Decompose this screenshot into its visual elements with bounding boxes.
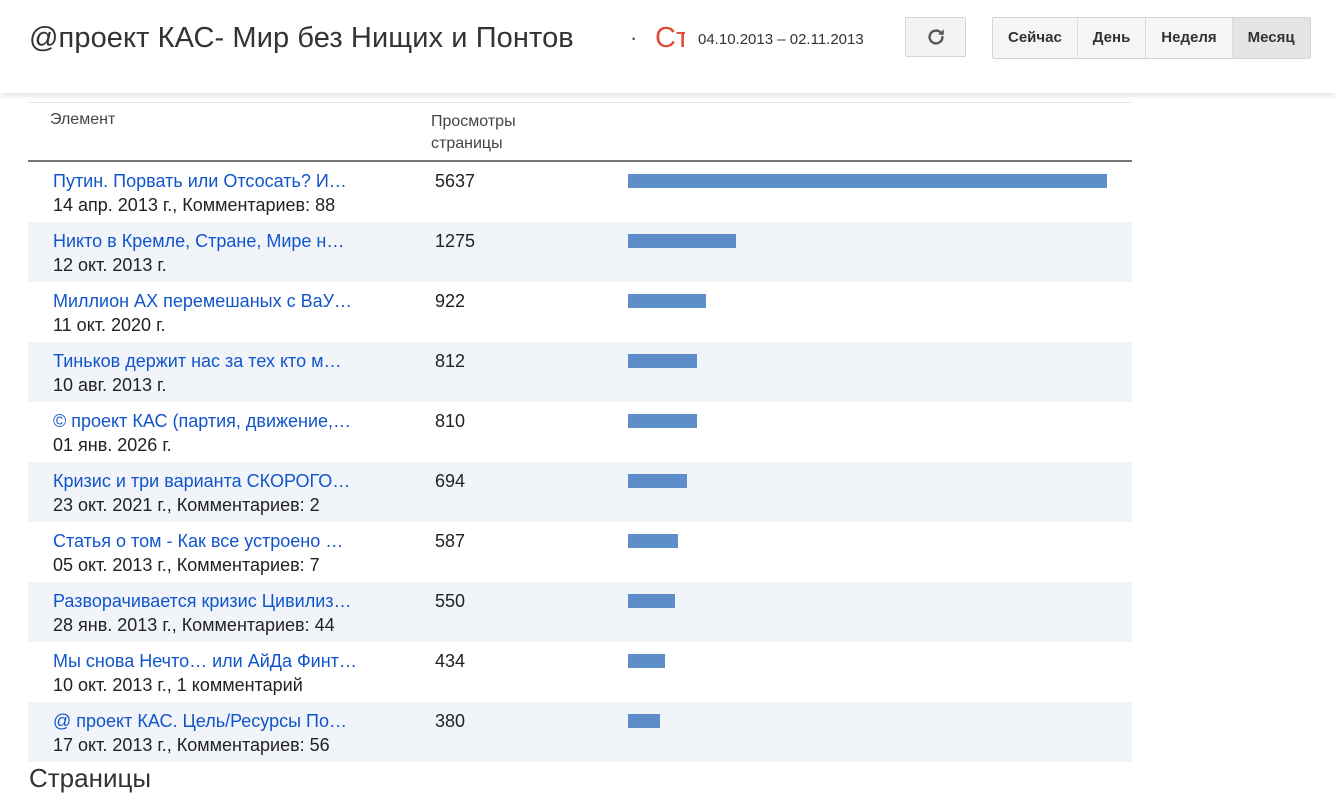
post-views: 5637	[435, 171, 476, 191]
post-meta: 12 окт. 2013 г.	[53, 255, 167, 275]
post-meta: 05 окт. 2013 г., Комментариев: 7	[53, 555, 320, 575]
views-bar	[628, 714, 660, 728]
post-views: 694	[435, 471, 466, 491]
column-header-element: Элемент	[50, 111, 116, 128]
post-meta: 28 янв. 2013 г., Комментариев: 44	[53, 615, 335, 635]
date-range: 04.10.2013 – 02.11.2013	[698, 31, 864, 48]
post-title-link[interactable]: © проект КАС (партия, движение,…	[53, 411, 351, 432]
table-body: Путин. Порвать или Отсосать? И… 14 апр. 2…	[28, 162, 1132, 762]
range-day-button[interactable]: День	[1077, 18, 1147, 58]
post-meta: 14 апр. 2013 г., Комментариев: 88	[53, 195, 336, 215]
table-row: © проект КАС (партия, движение,… 01 янв. …	[28, 402, 1132, 462]
post-title-link[interactable]: Разворачивается кризис Цивилиз…	[53, 591, 352, 612]
post-meta: 17 окт. 2013 г., Комментариев: 56	[53, 735, 330, 755]
post-views: 812	[435, 351, 466, 371]
views-bar	[628, 234, 736, 248]
post-title-link[interactable]: Статья о том - Как все устроено …	[53, 531, 343, 552]
table-row: @ проект КАС. Цель/Ресурсы По… 17 окт. 20…	[28, 702, 1132, 762]
views-bar	[628, 354, 697, 368]
post-meta: 11 окт. 2020 г.	[53, 315, 166, 335]
views-bar	[628, 414, 697, 428]
section-title: Статистика	[655, 22, 685, 54]
post-views: 380	[435, 711, 466, 731]
column-header-views: Просмотры страницы	[431, 113, 516, 152]
views-bar	[628, 534, 678, 548]
post-views: 587	[435, 531, 466, 551]
table-row: Кризис и три варианта СКОРОГО… 23 окт. 20…	[28, 462, 1132, 522]
post-views: 550	[435, 591, 466, 611]
range-selector: Сейчас День Неделя Месяц	[992, 17, 1311, 59]
views-bar	[628, 474, 687, 488]
posts-table: Элемент Просмотры страницы Путин. Порват…	[28, 102, 1132, 762]
views-bar	[628, 174, 1107, 188]
post-views: 810	[435, 411, 466, 431]
table-row: Мы снова Нечто… или АйДа Финт… 10 окт. 20…	[28, 642, 1132, 702]
post-views: 1275	[435, 231, 476, 251]
table-row: Тиньков держит нас за тех кто м… 10 авг. …	[28, 342, 1132, 402]
post-title-link[interactable]: Мы снова Нечто… или АйДа Финт…	[53, 651, 357, 672]
table-row: Разворачивается кризис Цивилиз… 28 янв. 2…	[28, 582, 1132, 642]
post-title-link[interactable]: Кризис и три варианта СКОРОГО…	[53, 471, 350, 492]
refresh-icon	[927, 29, 944, 45]
post-views: 434	[435, 651, 466, 671]
range-week-button[interactable]: Неделя	[1146, 18, 1233, 58]
top-bar: @проект КАС- Мир без Нищих и Понтов · Ст…	[0, 0, 1336, 93]
table-row: Статья о том - Как все устроено … 05 окт.…	[28, 522, 1132, 582]
views-bar	[628, 654, 665, 668]
post-title-link[interactable]: Путин. Порвать или Отсосать? И…	[53, 171, 347, 192]
table-row: Путин. Порвать или Отсосать? И… 14 апр. 2…	[28, 162, 1132, 222]
post-meta: 01 янв. 2026 г.	[53, 435, 172, 455]
views-bar	[628, 594, 675, 608]
post-meta: 10 окт. 2013 г., 1 комментарий	[53, 675, 303, 695]
title-separator: ·	[630, 25, 638, 50]
post-title-link[interactable]: Никто в Кремле, Стране, Мире н…	[53, 231, 344, 252]
table-row: Миллион АХ перемешаных с ВаУ… 11 окт. 202…	[28, 282, 1132, 342]
refresh-button[interactable]	[905, 17, 966, 57]
blog-title[interactable]: @проект КАС- Мир без Нищих и Понтов	[29, 22, 574, 55]
views-bar	[628, 294, 706, 308]
post-meta: 23 окт. 2021 г., Комментариев: 2	[53, 495, 320, 515]
post-meta: 10 авг. 2013 г.	[53, 375, 167, 395]
post-title-link[interactable]: Миллион АХ перемешаных с ВаУ…	[53, 291, 352, 312]
range-now-button[interactable]: Сейчас	[993, 18, 1078, 58]
post-views: 922	[435, 291, 466, 311]
table-header: Элемент Просмотры страницы	[28, 102, 1132, 162]
table-row: Никто в Кремле, Стране, Мире н… 12 окт. 2…	[28, 222, 1132, 282]
post-title-link[interactable]: Тиньков держит нас за тех кто м…	[53, 351, 341, 372]
range-month-button[interactable]: Месяц	[1232, 18, 1310, 58]
post-title-link[interactable]: @ проект КАС. Цель/Ресурсы По…	[53, 711, 347, 732]
